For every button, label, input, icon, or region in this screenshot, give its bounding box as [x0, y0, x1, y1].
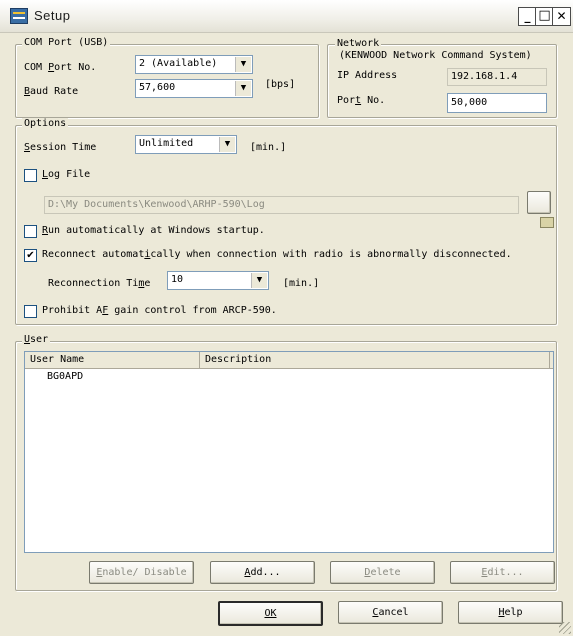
- baud-rate-value: 57,600: [139, 82, 176, 93]
- table-row[interactable]: BG0APD: [47, 371, 83, 382]
- prohibit-af-label: Prohibit AF gain control from ARCP-590.: [42, 305, 277, 316]
- prohibit-af-checkbox[interactable]: [24, 305, 37, 318]
- options-group-label: Options: [22, 118, 69, 129]
- log-path-value: D:\My Documents\Kenwood\ARHP-590\Log: [48, 199, 265, 210]
- run-at-startup-label: Run automatically at Windows startup.: [42, 225, 265, 236]
- chevron-down-icon[interactable]: ▼: [219, 137, 235, 152]
- network-subtitle: (KENWOOD Network Command System): [339, 50, 532, 61]
- column-header-description[interactable]: Description: [200, 352, 550, 368]
- ok-button[interactable]: OK: [218, 601, 323, 626]
- network-port-value: 50,000: [451, 97, 488, 108]
- baud-unit-label: [bps]: [265, 79, 296, 90]
- chevron-down-icon[interactable]: ▼: [251, 273, 267, 288]
- app-icon: [10, 8, 28, 24]
- cancel-button[interactable]: Cancel: [338, 601, 443, 624]
- reconnect-label: Reconnect automatically when connection …: [42, 249, 512, 260]
- enable-disable-button[interactable]: Enable/ Disable: [89, 561, 194, 584]
- user-list[interactable]: User Name Description BG0APD: [24, 351, 554, 553]
- baud-rate-select[interactable]: 57,600 ▼: [135, 79, 253, 98]
- reconnection-time-label: Reconnection Time: [48, 278, 151, 289]
- chevron-down-icon[interactable]: ▼: [235, 81, 251, 96]
- session-time-select[interactable]: Unlimited ▼: [135, 135, 237, 154]
- chevron-down-icon[interactable]: ▼: [235, 57, 251, 72]
- com-port-group-label: COM Port (USB): [22, 37, 111, 48]
- help-button[interactable]: Help: [458, 601, 563, 624]
- user-list-header: User Name Description: [25, 352, 553, 369]
- edit-user-button[interactable]: Edit...: [450, 561, 555, 584]
- title-bar[interactable]: Setup _ □ ✕: [0, 0, 573, 33]
- close-button[interactable]: ✕: [552, 7, 571, 26]
- session-time-unit: [min.]: [250, 142, 287, 153]
- com-port-value: 2 (Available): [139, 58, 218, 69]
- folder-icon: [540, 217, 555, 228]
- delete-user-button[interactable]: Delete: [330, 561, 435, 584]
- ip-address-label: IP Address: [337, 70, 398, 81]
- baud-rate-label: Baud Rate: [24, 86, 79, 97]
- user-name-cell: BG0APD: [47, 371, 84, 382]
- browse-folder-button[interactable]: [527, 191, 555, 228]
- session-time-label: Session Time: [24, 142, 97, 153]
- network-port-label: Port No.: [337, 95, 386, 106]
- column-header-user-name[interactable]: User Name: [25, 352, 200, 368]
- user-group-label: User: [22, 334, 51, 345]
- com-port-select[interactable]: 2 (Available) ▼: [135, 55, 253, 74]
- log-file-label: Log File: [42, 169, 91, 180]
- com-port-label: COM Port No.: [24, 62, 97, 73]
- resize-grip[interactable]: [559, 622, 571, 634]
- network-group-label: Network: [335, 38, 382, 49]
- reconnection-time-select[interactable]: 10 ▼: [167, 271, 269, 290]
- reconnect-checkbox[interactable]: ✔: [24, 249, 37, 262]
- session-time-value: Unlimited: [139, 138, 194, 149]
- ip-address-field: 192.168.1.4: [447, 68, 547, 86]
- log-file-checkbox[interactable]: [24, 169, 37, 182]
- log-path-field: D:\My Documents\Kenwood\ARHP-590\Log: [44, 196, 519, 214]
- run-at-startup-checkbox[interactable]: [24, 225, 37, 238]
- reconnection-time-unit: [min.]: [283, 278, 320, 289]
- window-title: Setup: [34, 8, 71, 23]
- add-user-button[interactable]: Add...: [210, 561, 315, 584]
- reconnection-time-value: 10: [171, 274, 184, 285]
- network-port-field[interactable]: 50,000: [447, 93, 547, 113]
- ip-address-value: 192.168.1.4: [451, 71, 518, 82]
